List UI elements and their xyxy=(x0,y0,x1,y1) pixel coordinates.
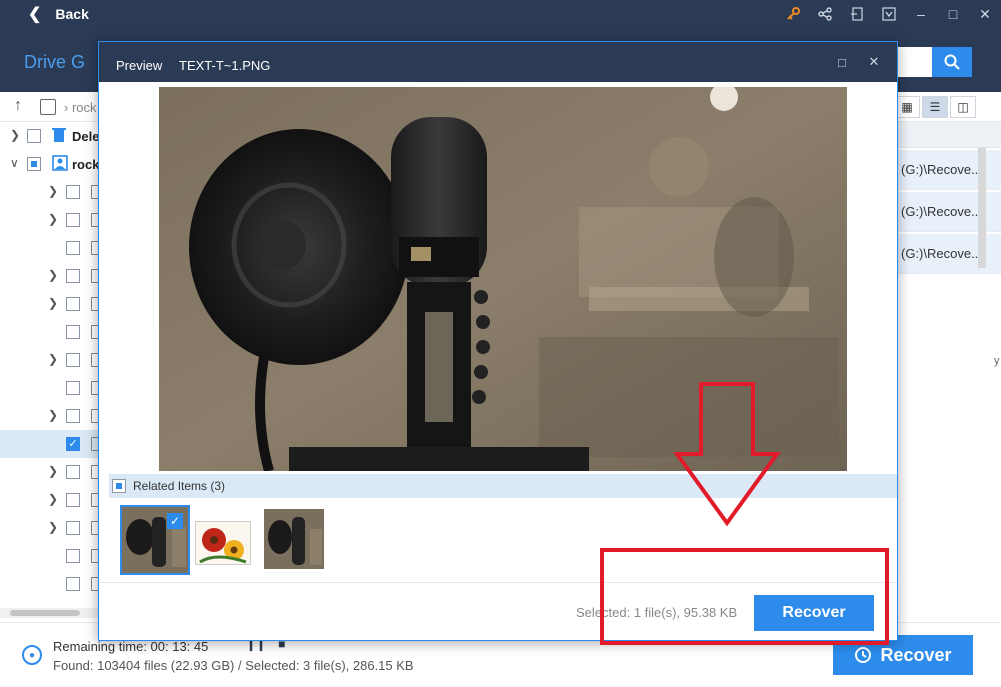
search-input[interactable] xyxy=(896,47,932,77)
thumbnail-microphone-selected[interactable]: ✓ xyxy=(120,505,190,575)
back-button[interactable]: ❮ Back xyxy=(28,4,89,24)
tree-row-user[interactable]: ∨ rock xyxy=(0,150,100,178)
tree-row-deleted[interactable]: ❯ Dele xyxy=(0,122,100,150)
tree-checkbox[interactable] xyxy=(66,465,80,479)
user-folder-icon xyxy=(52,155,68,174)
tree-checkbox[interactable] xyxy=(66,493,80,507)
window-controls: – □ ✕ xyxy=(777,0,1001,28)
chevron-down-icon[interactable]: ∨ xyxy=(10,156,19,170)
remaining-time: Remaining time: 00: 13: 45 xyxy=(53,639,209,654)
tree-checkbox[interactable] xyxy=(66,297,80,311)
tree-row[interactable]: ❯ xyxy=(0,178,100,206)
tree-checkbox[interactable] xyxy=(66,213,80,227)
annotation-arrow xyxy=(673,382,781,527)
tree-checkbox[interactable] xyxy=(27,157,41,171)
tree-checkbox[interactable] xyxy=(66,325,80,339)
chevron-right-icon[interactable]: ❯ xyxy=(48,464,58,478)
tree-row[interactable]: ❯ xyxy=(0,290,100,318)
tree-checkbox[interactable] xyxy=(66,549,80,563)
related-items-label: Related Items (3) xyxy=(133,479,226,493)
search-icon xyxy=(944,54,960,70)
thumbnail-flowers[interactable] xyxy=(195,521,251,565)
found-summary: Found: 103404 files (22.93 GB) / Selecte… xyxy=(53,658,414,673)
chevron-left-icon: ❮ xyxy=(28,6,42,23)
chevron-right-icon[interactable]: ❯ xyxy=(48,184,58,198)
close-icon[interactable]: ✕ xyxy=(866,54,882,70)
tree-row[interactable] xyxy=(0,234,100,262)
view-toggles: ▦ ☰ ◫ xyxy=(894,96,976,118)
scan-progress-icon: ● xyxy=(22,645,42,665)
maximize-icon[interactable]: □ xyxy=(834,54,850,70)
chevron-right-icon[interactable]: ❯ xyxy=(10,128,20,142)
tree-row[interactable]: ❯ xyxy=(0,486,100,514)
tree-row-label: Dele xyxy=(72,129,100,144)
history-icon xyxy=(855,647,872,663)
folder-tree: ❯ Dele ∨ rock ❯ ❯ ❯ ❯ ❯ ❯ ✓ ❯ ❯ ❯ xyxy=(0,122,100,612)
tree-checkbox[interactable] xyxy=(66,409,80,423)
tree-row[interactable] xyxy=(0,374,100,402)
key-icon[interactable] xyxy=(777,0,809,28)
chevron-right-icon[interactable]: ❯ xyxy=(48,296,58,310)
path-breadcrumb[interactable]: › rock xyxy=(64,100,97,115)
tree-checkbox-checked[interactable]: ✓ xyxy=(66,437,80,451)
tree-row-selected[interactable]: ✓ xyxy=(0,430,100,458)
check-icon[interactable]: ✓ xyxy=(167,513,183,529)
table-header xyxy=(896,122,1001,148)
detail-view-icon[interactable]: ◫ xyxy=(950,96,976,118)
chevron-right-icon[interactable]: ❯ xyxy=(48,352,58,366)
tree-checkbox[interactable] xyxy=(66,381,80,395)
menu-icon[interactable] xyxy=(873,0,905,28)
trash-icon xyxy=(52,127,66,146)
tree-row[interactable] xyxy=(0,542,100,570)
chevron-right-icon[interactable]: ❯ xyxy=(48,492,58,506)
tree-row[interactable]: ❯ xyxy=(0,458,100,486)
chevron-right-icon[interactable]: ❯ xyxy=(48,212,58,226)
tree-checkbox[interactable] xyxy=(66,353,80,367)
tree-row-label: rock xyxy=(72,157,100,172)
chevron-right-icon[interactable]: ❯ xyxy=(48,408,58,422)
tree-checkbox[interactable] xyxy=(66,241,80,255)
dialog-filename: TEXT-T~1.PNG xyxy=(179,58,271,73)
dialog-header: Preview TEXT-T~1.PNG □ ✕ xyxy=(99,42,897,82)
back-label: Back xyxy=(55,6,89,22)
tree-checkbox[interactable] xyxy=(66,185,80,199)
up-arrow-icon[interactable]: ↑ xyxy=(14,97,22,115)
side-note: y xyxy=(994,355,1000,367)
tree-checkbox[interactable] xyxy=(27,129,41,143)
minimize-icon[interactable]: – xyxy=(905,0,937,28)
tree-checkbox[interactable] xyxy=(66,577,80,591)
tree-row[interactable]: ❯ xyxy=(0,346,100,374)
annotation-box xyxy=(600,548,889,645)
tree-checkbox[interactable] xyxy=(66,269,80,283)
chevron-right-icon[interactable]: ❯ xyxy=(48,268,58,282)
drive-icon xyxy=(40,99,56,115)
list-view-icon[interactable]: ☰ xyxy=(922,96,948,118)
search-button[interactable] xyxy=(932,47,972,77)
tree-row[interactable] xyxy=(0,318,100,346)
dialog-title: Preview xyxy=(116,58,163,73)
scrollbar-thumb[interactable] xyxy=(10,610,80,616)
maximize-icon[interactable]: □ xyxy=(937,0,969,28)
horizontal-scrollbar[interactable] xyxy=(0,608,100,618)
drive-title: Drive G xyxy=(24,52,86,72)
tree-row[interactable] xyxy=(0,570,100,598)
tree-row[interactable]: ❯ xyxy=(0,262,100,290)
tree-row[interactable]: ❯ xyxy=(0,514,100,542)
vertical-scrollbar[interactable] xyxy=(978,148,986,268)
related-items-checkbox[interactable] xyxy=(112,479,126,493)
login-icon[interactable] xyxy=(841,0,873,28)
title-bar: ❮ Back – □ ✕ xyxy=(0,0,1001,28)
share-icon[interactable] xyxy=(809,0,841,28)
tree-row[interactable]: ❯ xyxy=(0,206,100,234)
tree-row[interactable]: ❯ xyxy=(0,402,100,430)
recover-label: Recover xyxy=(880,644,952,665)
close-icon[interactable]: ✕ xyxy=(969,0,1001,28)
thumbnail-microphone[interactable] xyxy=(264,509,324,569)
chevron-right-icon[interactable]: ❯ xyxy=(48,520,58,534)
tree-checkbox[interactable] xyxy=(66,521,80,535)
